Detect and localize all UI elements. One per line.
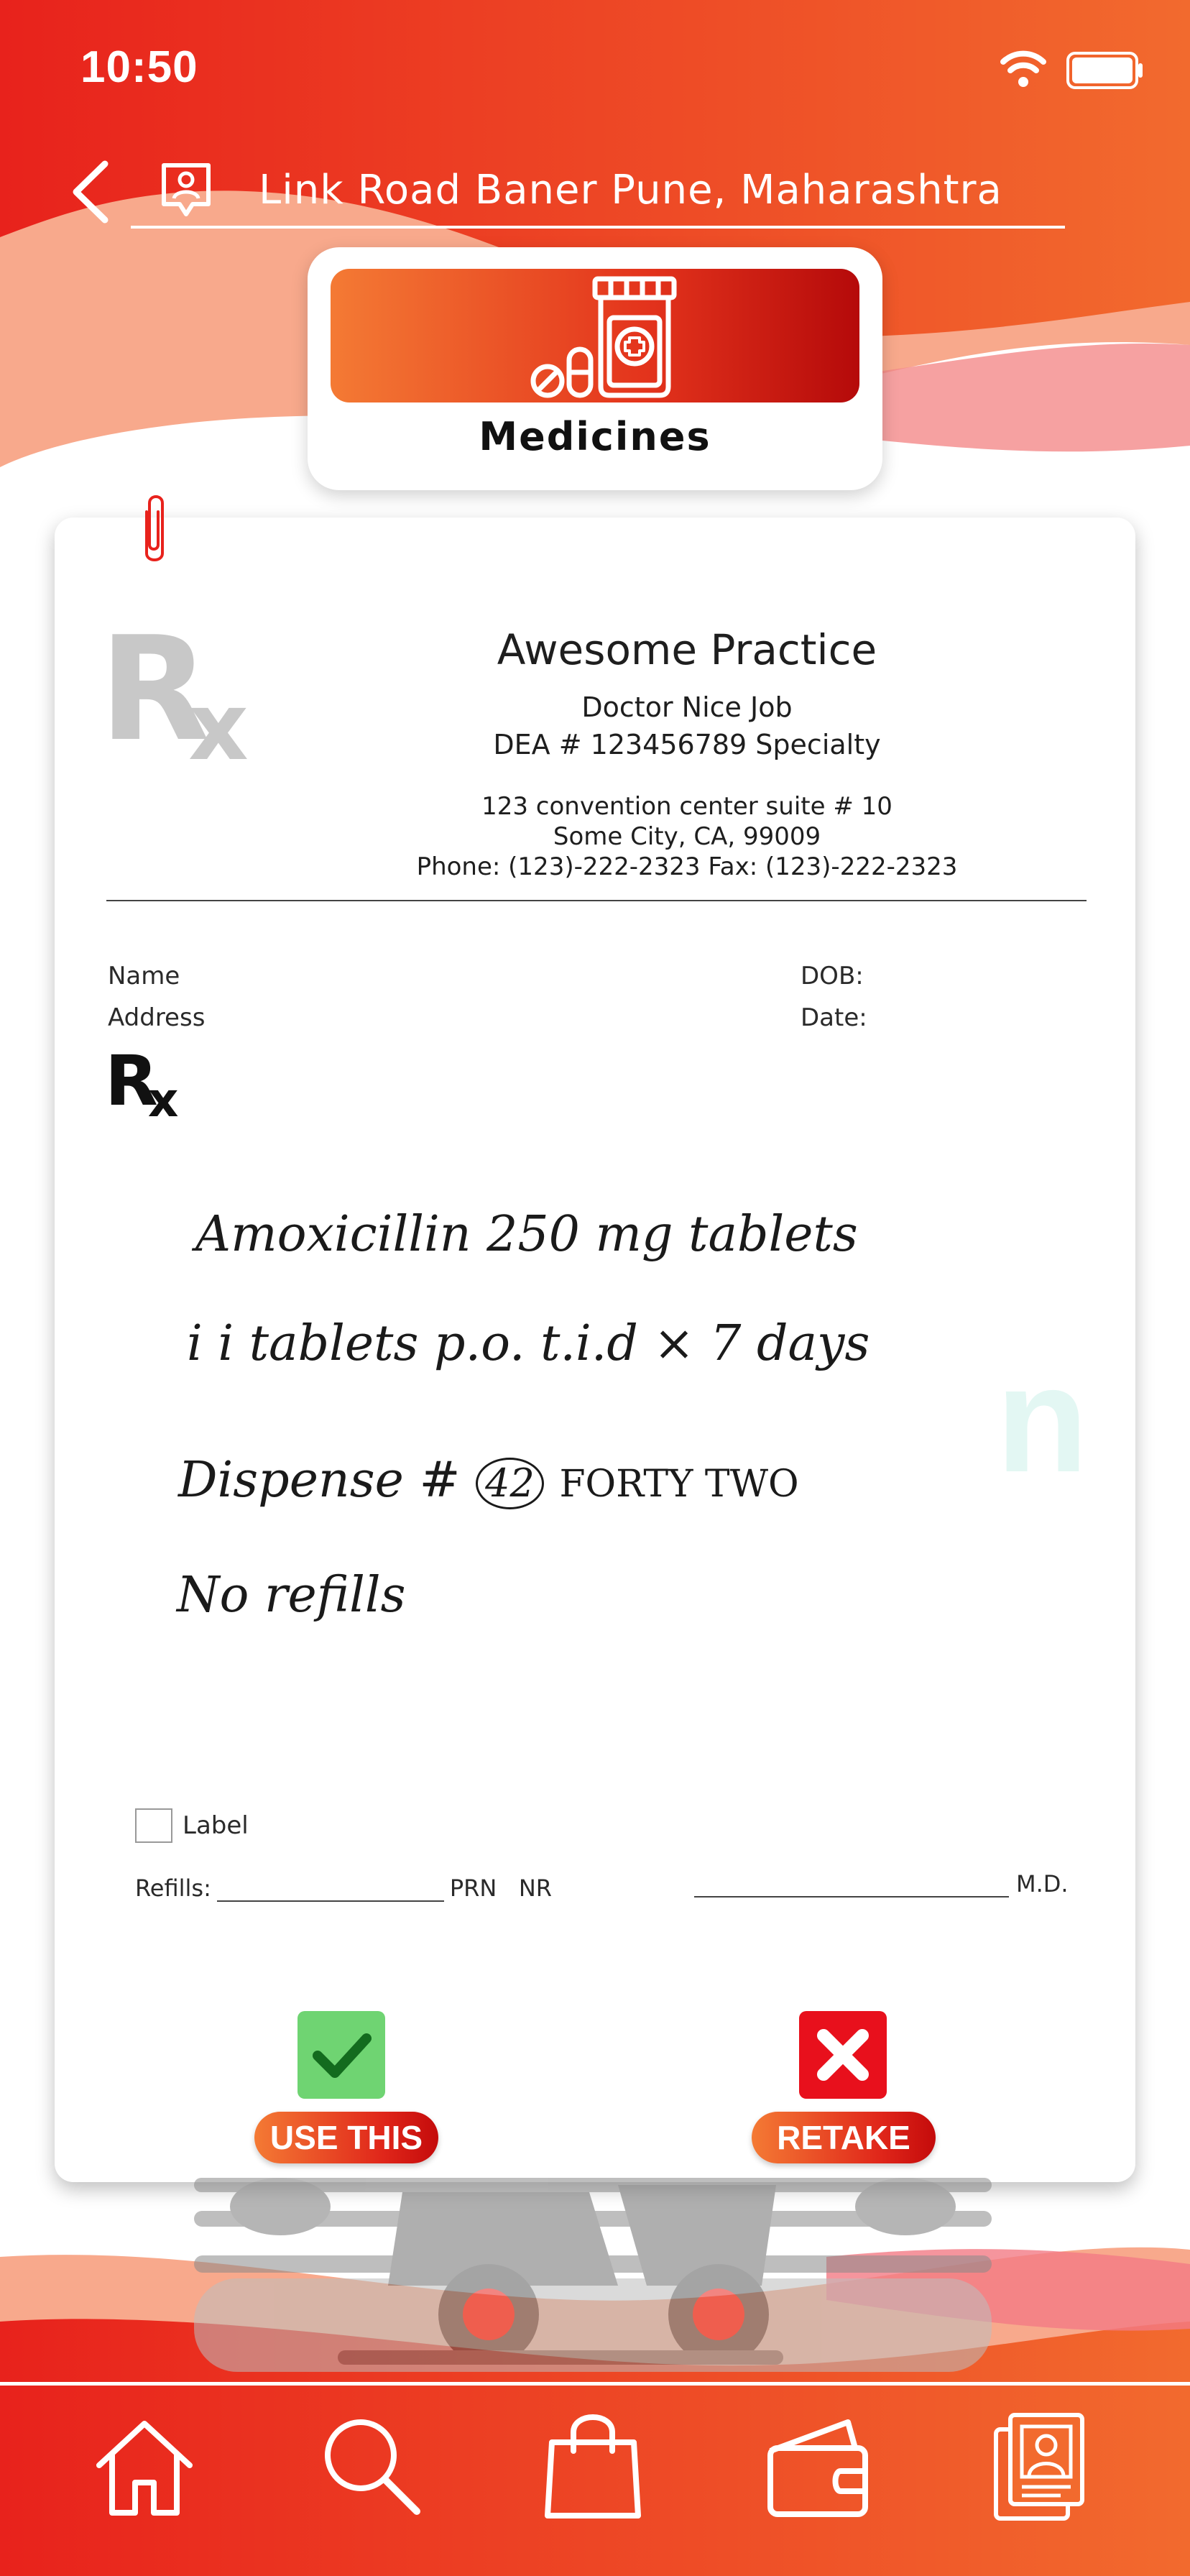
- retake-close-icon[interactable]: [799, 2011, 887, 2099]
- refills-label: Refills:: [135, 1874, 211, 1902]
- handwritten-line-4: No refills: [177, 1567, 406, 1624]
- location-text: Link Road Baner Pune, Maharashtra: [259, 167, 1002, 213]
- name-label: Name: [108, 962, 180, 990]
- scooter-illustration: [194, 2178, 992, 2372]
- battery-icon: [1066, 52, 1143, 89]
- refills-underline: [216, 1880, 444, 1902]
- search-icon: [325, 2419, 420, 2515]
- label-checkbox: [135, 1808, 172, 1843]
- watermark: n: [996, 1335, 1089, 1504]
- use-this-check-icon[interactable]: [298, 2011, 385, 2099]
- location-pin-icon: [162, 163, 211, 216]
- dispense-words: FORTY TWO: [559, 1463, 799, 1506]
- category-banner: [331, 269, 859, 402]
- nav-bag[interactable]: [539, 2408, 647, 2523]
- paperclip-icon: [145, 495, 164, 561]
- rx-symbol: Rx: [105, 1041, 178, 1128]
- medicine-bottle-icon: [530, 276, 677, 398]
- wallet-icon: [767, 2419, 868, 2517]
- bag-icon: [545, 2414, 641, 2518]
- address-line-1: 123 convention center suite # 10: [481, 792, 892, 821]
- address-line-2: Some City, CA, 99009: [553, 822, 821, 851]
- prescription-card: Rx Awesome Practice Doctor Nice Job DEA …: [55, 518, 1135, 2182]
- signature-line: M.D.: [694, 1870, 1069, 1898]
- back-icon[interactable]: [69, 160, 112, 224]
- rx-logo: Rx: [99, 606, 249, 781]
- nav-divider: [0, 2382, 1190, 2386]
- nav-wallet[interactable]: [763, 2408, 871, 2523]
- refills-line: Refills: PRN NR: [135, 1874, 552, 1902]
- practice-name: Awesome Practice: [497, 625, 877, 674]
- dispense-prefix: Dispense #: [178, 1452, 461, 1509]
- doctor-name: Doctor Nice Job: [581, 691, 793, 723]
- nav-search[interactable]: [316, 2408, 424, 2523]
- status-time: 10:50: [80, 42, 198, 92]
- dea-number: DEA # 123456789 Specialty: [493, 729, 881, 760]
- header-divider: [106, 900, 1087, 901]
- dob-label: DOB:: [801, 962, 864, 990]
- phone-fax: Phone: (123)-222-2323 Fax: (123)-222-232…: [416, 852, 958, 881]
- profile-icon: [994, 2413, 1084, 2521]
- handwritten-line-1: Amoxicillin 250 mg tablets: [195, 1206, 858, 1263]
- address-label: Address: [108, 1003, 206, 1032]
- prn-label: PRN: [449, 1874, 497, 1902]
- handwritten-line-3: Dispense # 42 FORTY TWO: [178, 1452, 799, 1509]
- date-label: Date:: [801, 1003, 867, 1032]
- category-label: Medicines: [479, 414, 711, 459]
- retake-button[interactable]: RETAKE: [752, 2112, 936, 2163]
- nav-home[interactable]: [91, 2408, 198, 2523]
- label-checkbox-text: Label: [183, 1811, 249, 1840]
- md-label: M.D.: [1016, 1870, 1069, 1898]
- dispense-quantity: 42: [476, 1458, 544, 1509]
- home-icon: [96, 2421, 193, 2516]
- signature-underline: [694, 1876, 1009, 1898]
- wifi-icon: [1000, 50, 1046, 87]
- handwritten-line-2: i i tablets p.o. t.i.d × 7 days: [187, 1315, 870, 1372]
- use-this-button[interactable]: USE THIS: [254, 2112, 438, 2163]
- category-card-medicines[interactable]: Medicines: [308, 247, 882, 490]
- nr-label: NR: [518, 1874, 553, 1902]
- nav-profile[interactable]: [986, 2408, 1094, 2523]
- location-bar[interactable]: Link Road Baner Pune, Maharashtra: [131, 151, 1065, 229]
